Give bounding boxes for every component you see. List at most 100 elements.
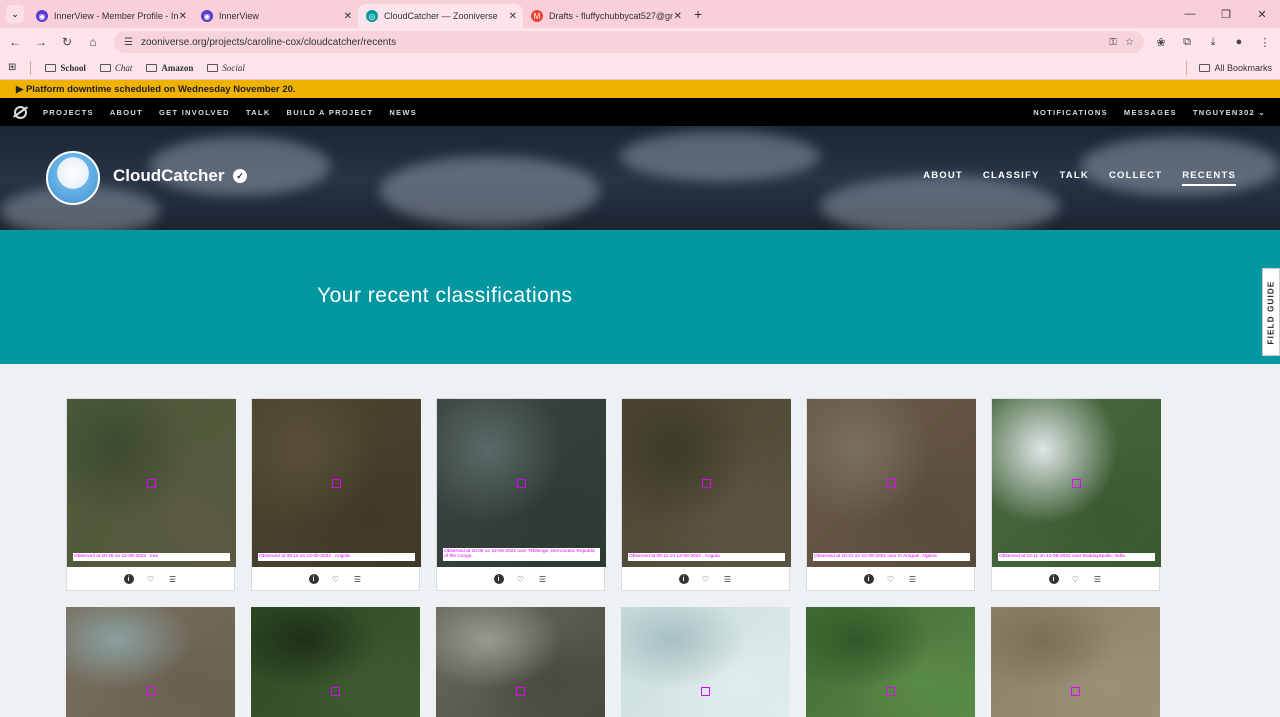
- nav-build-project[interactable]: BUILD A PROJECT: [287, 108, 374, 117]
- tab-strip: ⌄ ◉ InnerView - Member Profile - In ✕ ◉ Inne…: [0, 0, 1280, 28]
- subject-image[interactable]: Observed at 10:09 on 12-08-2022 over Tsh…: [437, 399, 606, 567]
- info-icon[interactable]: i: [678, 574, 689, 584]
- heart-icon[interactable]: ♡: [701, 574, 711, 584]
- bookmark-school[interactable]: School: [45, 63, 86, 73]
- zooniverse-logo-icon[interactable]: [14, 105, 27, 119]
- nav-news[interactable]: NEWS: [389, 108, 417, 117]
- minimize-icon[interactable]: —: [1172, 8, 1208, 20]
- browser-tab[interactable]: ◎ CloudCatcher — Zooniverse ✕: [358, 4, 523, 28]
- password-key-icon[interactable]: ⚿: [1109, 37, 1117, 48]
- info-icon[interactable]: i: [123, 574, 134, 584]
- classification-card[interactable]: Observed at 10:09 on 12-08-2022 over Tsh…: [436, 398, 606, 591]
- bookmark-chat[interactable]: Chat: [99, 63, 132, 73]
- site-info-icon[interactable]: ☰: [124, 37, 133, 48]
- bookmark-social[interactable]: Social: [207, 63, 245, 73]
- menu-kebab-icon[interactable]: ⋮: [1256, 36, 1274, 49]
- collect-list-icon[interactable]: ☰: [168, 574, 178, 584]
- subject-image[interactable]: Observed at 10:46 on 12-08-2022 , Iran: [67, 399, 236, 567]
- bookmark-star-icon[interactable]: ☆: [1125, 37, 1134, 48]
- observation-caption: Observed at 10:11 on 12-08-2022 over Bud…: [998, 553, 1155, 561]
- classification-card[interactable]: [66, 607, 235, 717]
- target-marker: [147, 479, 156, 488]
- collect-list-icon[interactable]: ☰: [538, 574, 548, 584]
- restore-icon[interactable]: ❐: [1208, 8, 1244, 21]
- heart-icon[interactable]: ♡: [516, 574, 526, 584]
- nav-notifications[interactable]: NOTIFICATIONS: [1033, 108, 1108, 117]
- bookmark-amazon[interactable]: Amazon: [146, 63, 193, 73]
- all-bookmarks[interactable]: All Bookmarks: [1186, 60, 1272, 75]
- target-marker: [1072, 479, 1081, 488]
- info-icon[interactable]: i: [493, 574, 504, 584]
- project-nav-recents[interactable]: RECENTS: [1182, 170, 1236, 186]
- classification-card[interactable]: Observed at 10:46 on 12-08-2022 , Iran i ♡…: [66, 398, 236, 591]
- project-title[interactable]: CloudCatcher: [113, 166, 224, 186]
- nav-about[interactable]: ABOUT: [110, 108, 143, 117]
- collect-list-icon[interactable]: ☰: [723, 574, 733, 584]
- heart-icon[interactable]: ♡: [1071, 574, 1081, 584]
- classification-card[interactable]: [991, 607, 1160, 717]
- folder-icon: [45, 63, 57, 72]
- nav-messages[interactable]: MESSAGES: [1124, 108, 1177, 117]
- tab-search-icon[interactable]: ⌄: [6, 5, 24, 23]
- classification-card[interactable]: Observed at 10:11 on 12-08-2022 over Bud…: [991, 398, 1161, 591]
- home-icon[interactable]: ⌂: [84, 35, 102, 49]
- close-tab-icon[interactable]: ✕: [674, 11, 682, 22]
- info-icon[interactable]: i: [1048, 574, 1059, 584]
- collect-list-icon[interactable]: ☰: [908, 574, 918, 584]
- close-tab-icon[interactable]: ✕: [179, 11, 187, 22]
- heart-icon[interactable]: ♡: [146, 574, 156, 584]
- back-icon[interactable]: ←: [6, 35, 24, 49]
- nav-projects[interactable]: PROJECTS: [43, 108, 94, 117]
- target-marker: [701, 687, 710, 696]
- classification-card[interactable]: [806, 607, 975, 717]
- card-actions: i ♡ ☰: [67, 567, 234, 591]
- subject-image[interactable]: Observed at 10:41 on 12-08-2022 over In …: [807, 399, 976, 567]
- profile-avatar[interactable]: ●: [1230, 36, 1248, 48]
- url-text[interactable]: zooniverse.org/projects/caroline-cox/clo…: [141, 37, 1101, 48]
- project-nav-collect[interactable]: COLLECT: [1109, 170, 1162, 186]
- subject-image[interactable]: Observed at 10:11 on 12-08-2022 over Bud…: [992, 399, 1161, 567]
- classification-card[interactable]: Observed at 09:12 on 12-08-2022 , Angola…: [621, 398, 791, 591]
- new-tab-button[interactable]: +: [694, 6, 702, 22]
- target-marker: [1071, 687, 1080, 696]
- browser-tab[interactable]: M Drafts - fluffychubbycat527@gr ✕: [523, 4, 688, 28]
- project-avatar[interactable]: [46, 151, 100, 205]
- download-icon[interactable]: ⤓: [1204, 36, 1222, 49]
- close-tab-icon[interactable]: ✕: [344, 11, 352, 22]
- announcement-banner[interactable]: ▶ Platform downtime scheduled on Wednesd…: [0, 80, 1280, 98]
- close-tab-icon[interactable]: ✕: [509, 11, 517, 22]
- browser-tab[interactable]: ◉ InnerView ✕: [193, 4, 358, 28]
- nav-talk[interactable]: TALK: [246, 108, 271, 117]
- reload-icon[interactable]: ↻: [58, 35, 76, 49]
- apps-grid-icon[interactable]: ⊞: [8, 62, 16, 73]
- project-nav-talk[interactable]: TALK: [1060, 170, 1089, 186]
- info-icon[interactable]: i: [863, 574, 874, 584]
- heart-icon[interactable]: ♡: [331, 574, 341, 584]
- forward-icon[interactable]: →: [32, 35, 50, 49]
- address-bar[interactable]: ☰ zooniverse.org/projects/caroline-cox/c…: [114, 31, 1144, 53]
- extensions-puzzle-icon[interactable]: ⧉: [1178, 36, 1196, 49]
- zooniverse-icon: ◎: [366, 10, 378, 22]
- classification-card[interactable]: Observed at 09:12 on 12-08-2022 , Angola…: [251, 398, 421, 591]
- field-guide-tab[interactable]: FIELD GUIDE: [1262, 268, 1280, 356]
- browser-tab[interactable]: ◉ InnerView - Member Profile - In ✕: [28, 4, 193, 28]
- classification-card[interactable]: Observed at 10:41 on 12-08-2022 over In …: [806, 398, 976, 591]
- subject-image[interactable]: Observed at 09:12 on 12-08-2022 , Angola: [252, 399, 421, 567]
- folder-icon: [1199, 63, 1211, 72]
- project-nav-about[interactable]: ABOUT: [923, 170, 963, 186]
- user-menu[interactable]: TNGUYEN302 ⌄: [1193, 108, 1266, 117]
- heart-icon[interactable]: ♡: [886, 574, 896, 584]
- target-marker: [331, 687, 340, 696]
- project-nav-classify[interactable]: CLASSIFY: [983, 170, 1040, 186]
- cloud-decoration: [620, 131, 820, 181]
- subject-image[interactable]: Observed at 09:12 on 12-08-2022 , Angola: [622, 399, 791, 567]
- collect-list-icon[interactable]: ☰: [1093, 574, 1103, 584]
- classification-card[interactable]: [251, 607, 420, 717]
- classification-card[interactable]: [621, 607, 790, 717]
- collect-list-icon[interactable]: ☰: [353, 574, 363, 584]
- nav-get-involved[interactable]: GET INVOLVED: [159, 108, 230, 117]
- classification-card[interactable]: [436, 607, 605, 717]
- info-icon[interactable]: i: [308, 574, 319, 584]
- extension-icon[interactable]: ❀: [1152, 36, 1170, 49]
- close-window-icon[interactable]: ✕: [1244, 8, 1280, 21]
